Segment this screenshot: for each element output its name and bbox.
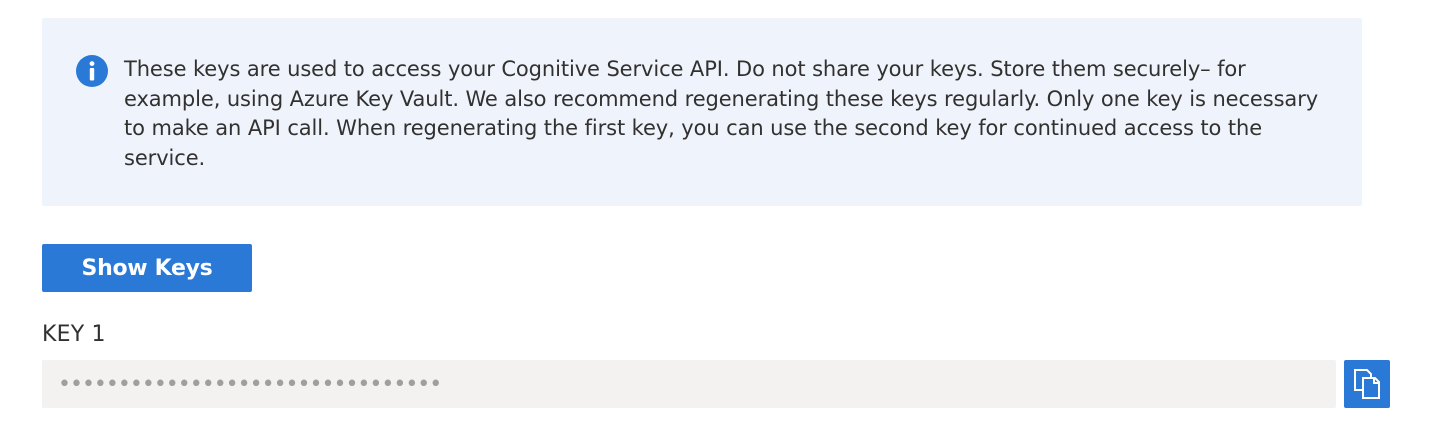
info-message: These keys are used to access your Cogni… (124, 57, 1319, 170)
copy-icon (1354, 369, 1380, 399)
show-keys-button[interactable]: Show Keys (42, 244, 252, 292)
key1-field[interactable] (42, 360, 1336, 408)
copy-key1-button[interactable] (1344, 360, 1390, 408)
info-banner: These keys are used to access your Cogni… (42, 18, 1362, 206)
key1-label: KEY 1 (42, 322, 106, 347)
info-icon (76, 55, 108, 87)
